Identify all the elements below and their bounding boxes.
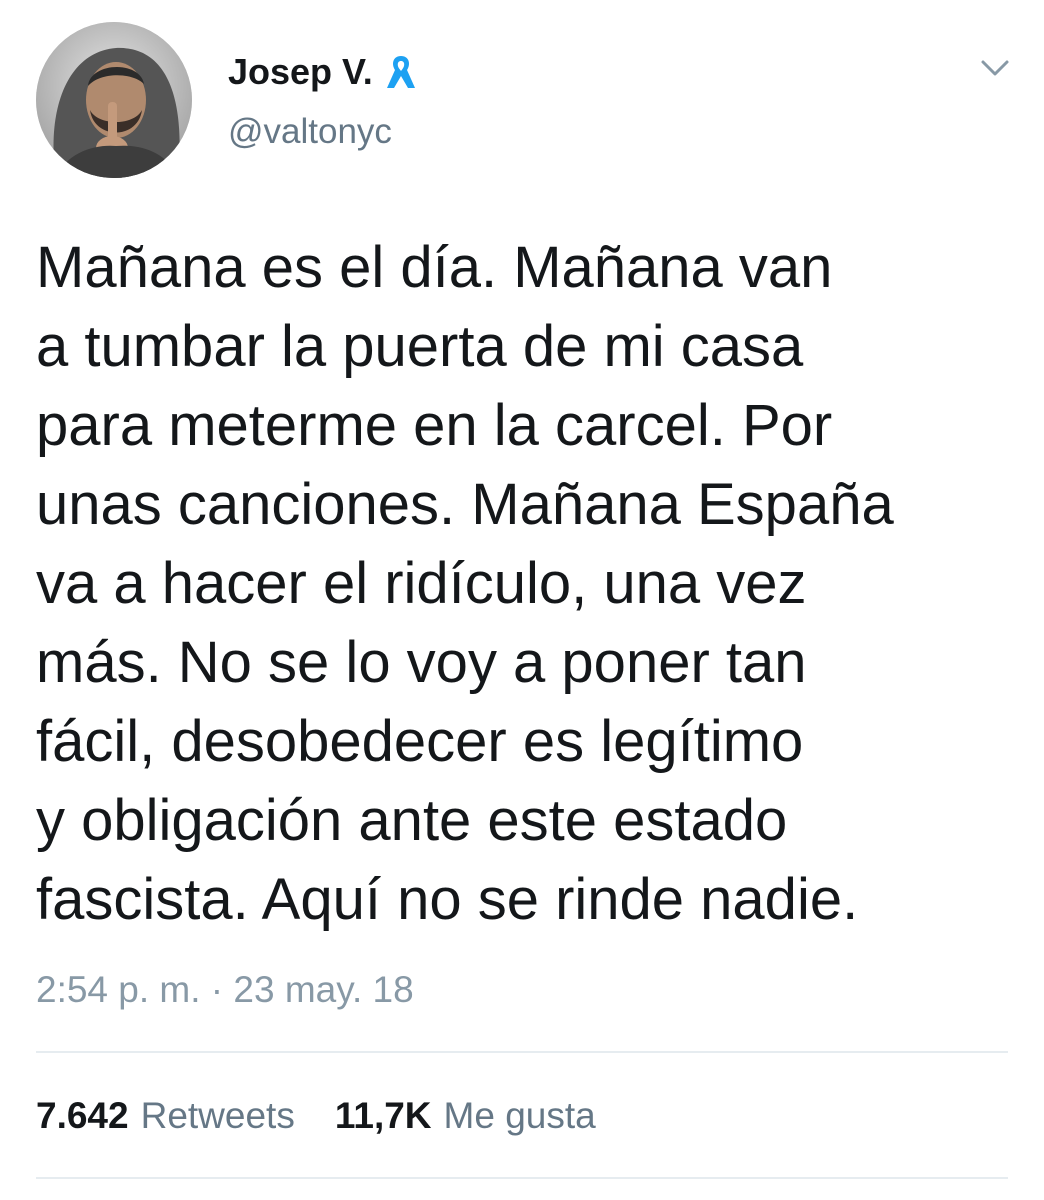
retweets-stat[interactable]: 7.642 Retweets [36,1094,295,1138]
likes-stat[interactable]: 11,7K Me gusta [335,1094,596,1138]
tweet-text: Mañana es el día. Mañana van a tumbar la… [36,235,894,932]
tweet-stats: 7.642 Retweets 11,7K Me gusta [36,1094,596,1138]
blue-ribbon-icon [385,52,417,92]
avatar-photo-icon [36,22,192,178]
tweet-timestamp[interactable]: 2:54 p. m. · 23 may. 18 [36,968,414,1012]
retweets-count: 7.642 [36,1095,129,1136]
likes-label: Me gusta [443,1095,596,1136]
user-handle[interactable]: @valtonyc [228,112,392,152]
divider [36,1177,1008,1179]
divider [36,1051,1008,1053]
display-name[interactable]: Josep V. [228,52,373,92]
avatar[interactable] [36,22,192,178]
tweet-card: Josep V. @valtonyc Mañana es el día. Mañ… [0,0,1044,1200]
likes-count: 11,7K [334,1095,432,1136]
name-row: Josep V. [228,52,417,92]
retweets-label: Retweets [140,1095,295,1136]
chevron-down-icon[interactable] [975,52,1015,82]
